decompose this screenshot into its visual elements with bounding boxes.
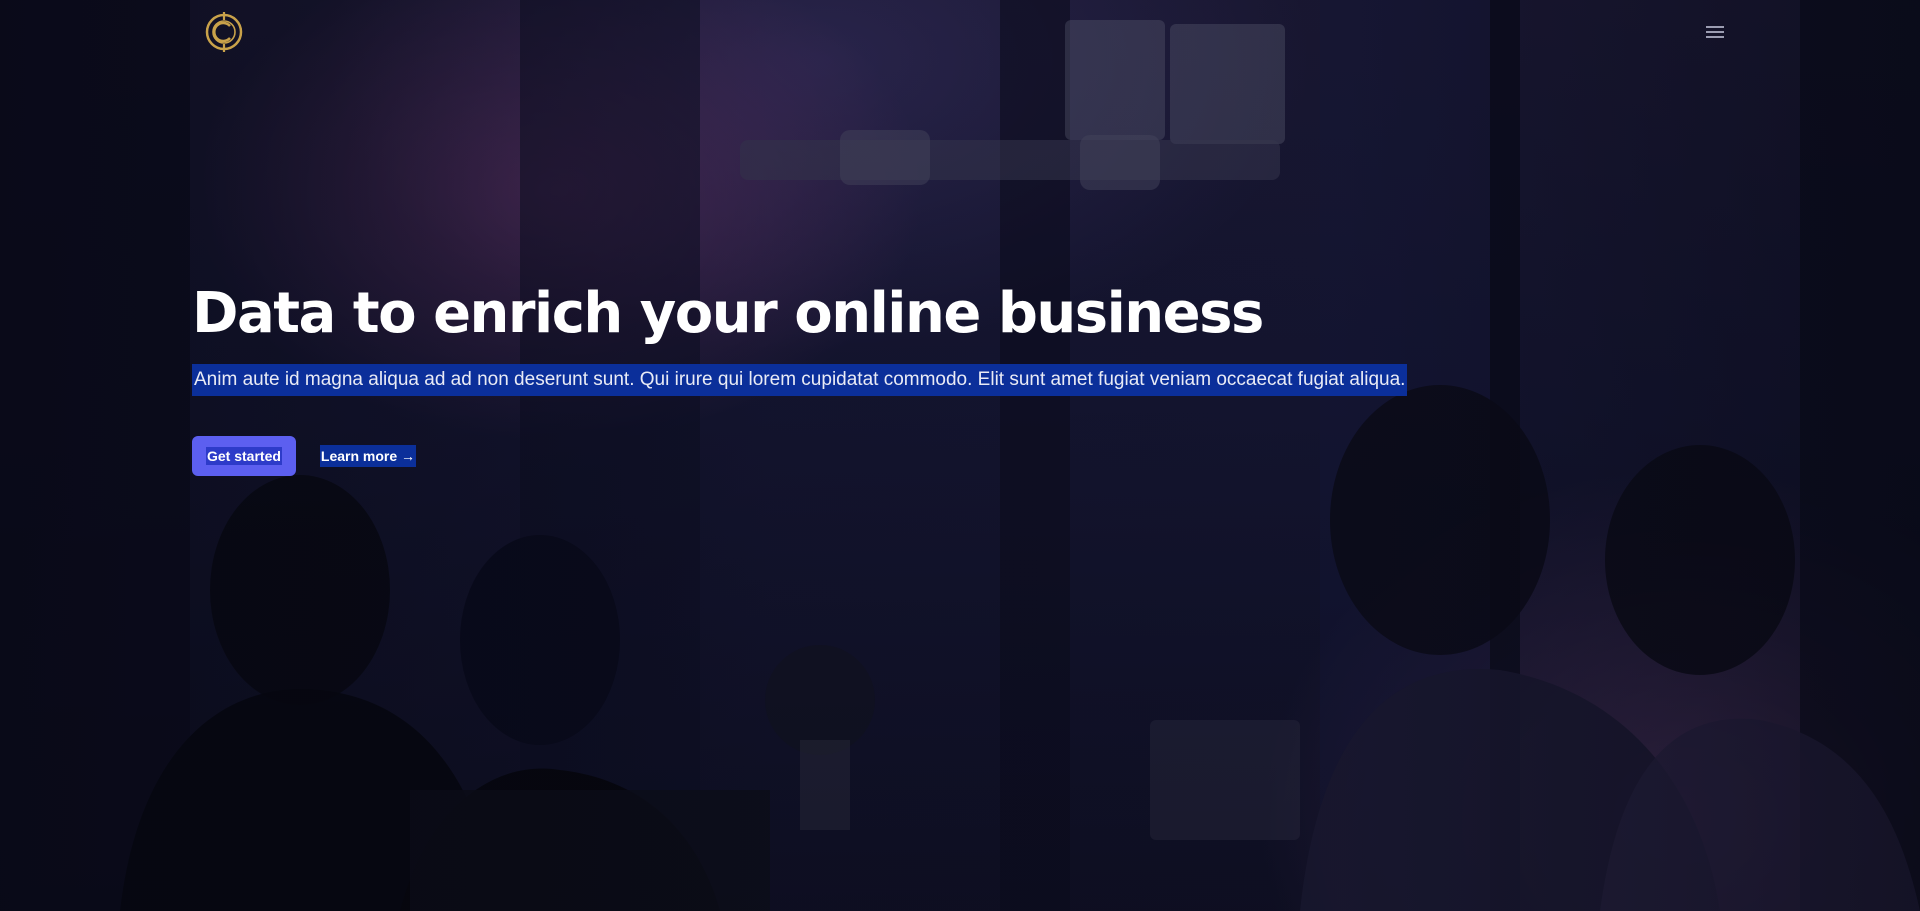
hero-section: Data to enrich your online business Anim… <box>0 0 1920 911</box>
hamburger-menu-icon <box>1706 26 1724 38</box>
brand-logo[interactable] <box>204 10 244 54</box>
get-started-label: Get started <box>206 447 282 465</box>
get-started-button[interactable]: Get started <box>192 436 296 476</box>
brand-logo-icon <box>205 12 243 52</box>
hero-actions: Get started Learn more → <box>192 436 1692 476</box>
learn-more-link[interactable]: Learn more → <box>319 445 417 467</box>
hero-headline: Data to enrich your online business <box>192 281 1264 346</box>
hero-content: Data to enrich your online business Anim… <box>192 272 1692 476</box>
hero-subtitle: Anim aute id magna aliqua ad ad non dese… <box>192 364 1408 396</box>
menu-button[interactable] <box>1703 20 1727 44</box>
